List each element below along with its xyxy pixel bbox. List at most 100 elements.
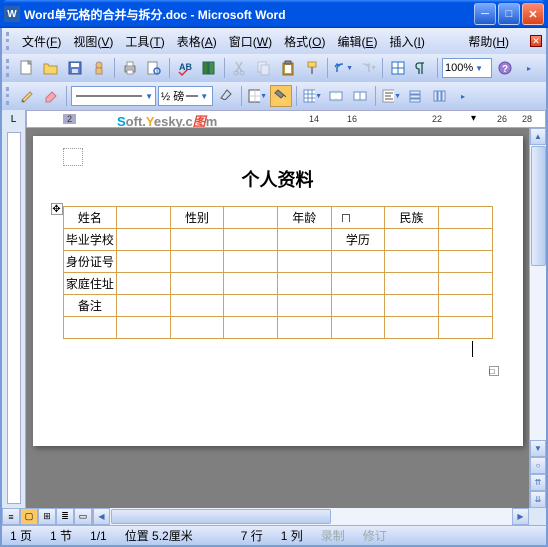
minimize-button[interactable]: ─ — [474, 3, 496, 25]
menu-bar: 文件(F) 视图(V) 工具(T) 表格(A) 窗口(W) 格式(O) 编辑(E… — [0, 28, 548, 54]
help-button[interactable]: ? — [494, 57, 516, 79]
distribute-cols-button[interactable] — [428, 85, 450, 107]
status-rev[interactable]: 修订 — [363, 527, 387, 544]
web-view-button[interactable]: ⊞ — [38, 508, 56, 525]
menu-insert[interactable]: 插入(I) — [384, 30, 431, 53]
table-anchor-icon[interactable]: ✥ — [51, 203, 63, 215]
permissions-button[interactable] — [88, 57, 110, 79]
menu-file[interactable]: 文件(F) — [16, 30, 67, 53]
prev-page-button[interactable]: ⇈ — [530, 474, 546, 491]
scroll-down-button[interactable]: ▼ — [530, 440, 546, 457]
close-button[interactable]: ✕ — [522, 3, 544, 25]
page-break-mark — [63, 148, 83, 166]
menu-window[interactable]: 窗口(W) — [223, 30, 278, 53]
cell-name-label: 姓名 — [63, 207, 117, 229]
workspace: 个人资料 ✥ 姓名 性别 年龄 民族 毕业学校 学历 身份证号 家庭住址 — [0, 128, 548, 508]
copy-button[interactable] — [253, 57, 275, 79]
cell-degree-label: 学历 — [331, 229, 385, 251]
table-row — [63, 317, 492, 339]
column-guide-icon — [342, 214, 350, 222]
menu-view[interactable]: 视图(V) — [67, 30, 119, 53]
status-page: 1 页 — [10, 527, 32, 544]
doc-close-button[interactable]: ✕ — [530, 35, 542, 47]
document-canvas[interactable]: 个人资料 ✥ 姓名 性别 年龄 民族 毕业学校 学历 身份证号 家庭住址 — [26, 128, 529, 508]
draw-table-button[interactable] — [16, 85, 38, 107]
hscroll-row: ≡ ▢ ⊞ ≣ ▭ ◀ ▶ — [0, 508, 548, 525]
watermark: Soft.Yesky.c图m — [117, 111, 217, 128]
distribute-rows-button[interactable] — [404, 85, 426, 107]
border-preset-button[interactable]: ▼ — [246, 85, 268, 107]
vertical-ruler[interactable] — [2, 128, 26, 508]
table-row: 毕业学校 学历 — [63, 229, 492, 251]
menu-format[interactable]: 格式(O) — [278, 30, 331, 53]
scroll-up-button[interactable]: ▲ — [530, 128, 546, 145]
zoom-dropdown[interactable]: 100%▼ — [442, 58, 492, 78]
research-button[interactable] — [198, 57, 220, 79]
new-doc-button[interactable] — [16, 57, 38, 79]
print-preview-button[interactable] — [143, 57, 165, 79]
border-color-button[interactable] — [215, 85, 237, 107]
save-button[interactable] — [64, 57, 86, 79]
undo-button[interactable]: ▼ — [332, 57, 354, 79]
eraser-button[interactable] — [40, 85, 62, 107]
standard-toolbar: AB ▼ ▼ 100%▼ ? ▸ — [0, 54, 548, 82]
horizontal-ruler[interactable]: 2 Soft.Yesky.c图m 14 16 22 26 28 ▾ — [26, 110, 546, 128]
align-button[interactable]: ▼ — [380, 85, 402, 107]
status-position: 位置 5.2厘米 — [125, 527, 193, 544]
cell-ethnic-label: 民族 — [385, 207, 439, 229]
text-cursor — [472, 341, 473, 357]
line-weight-dropdown[interactable]: ½ 磅▼ — [158, 86, 213, 106]
browse-object-button[interactable]: ○ — [530, 457, 546, 474]
menu-help[interactable]: 帮助(H) — [462, 30, 515, 53]
normal-view-button[interactable]: ≡ — [2, 508, 20, 525]
menubar-grip[interactable] — [6, 32, 12, 50]
show-marks-button[interactable] — [411, 57, 433, 79]
merge-cells-button[interactable] — [325, 85, 347, 107]
table-border-button[interactable] — [387, 57, 409, 79]
cut-button[interactable] — [229, 57, 251, 79]
toolbar1-grip[interactable] — [6, 59, 12, 77]
open-button[interactable] — [40, 57, 62, 79]
document-title[interactable]: 个人资料 — [63, 166, 493, 192]
window-title: Word单元格的合并与拆分.doc - Microsoft Word — [24, 6, 472, 23]
toolbar1-overflow[interactable]: ▸ — [518, 57, 540, 79]
toolbar2-grip[interactable] — [6, 87, 12, 105]
tab-selector[interactable]: L — [2, 110, 26, 128]
table-row: 备注 — [63, 295, 492, 317]
reading-view-button[interactable]: ▭ — [74, 508, 92, 525]
print-layout-view-button[interactable]: ▢ — [20, 508, 38, 525]
menu-edit[interactable]: 编辑(E) — [331, 30, 383, 53]
shading-color-button[interactable] — [270, 85, 292, 107]
h-scroll-thumb[interactable] — [111, 509, 331, 524]
outline-view-button[interactable]: ≣ — [56, 508, 74, 525]
insert-table-button[interactable]: ▼ — [301, 85, 323, 107]
table-row: 姓名 性别 年龄 民族 — [63, 207, 492, 229]
v-scroll-thumb[interactable] — [531, 146, 546, 266]
table-resize-handle[interactable]: □ — [489, 366, 499, 376]
menu-table[interactable]: 表格(A) — [171, 30, 223, 53]
cell-address-label: 家庭住址 — [63, 273, 117, 295]
redo-button[interactable]: ▼ — [356, 57, 378, 79]
paste-button[interactable] — [277, 57, 299, 79]
cell-idnum-label: 身份证号 — [63, 251, 117, 273]
status-pages: 1/1 — [90, 529, 107, 543]
status-line: 7 行 — [241, 527, 263, 544]
scroll-right-button[interactable]: ▶ — [512, 508, 529, 525]
line-style-dropdown[interactable]: ▼ — [71, 86, 156, 106]
table-row: 身份证号 — [63, 251, 492, 273]
document-table[interactable]: 姓名 性别 年龄 民族 毕业学校 学历 身份证号 家庭住址 备注 — [63, 206, 493, 339]
menu-tools[interactable]: 工具(T) — [119, 30, 170, 53]
scroll-left-button[interactable]: ◀ — [93, 508, 110, 525]
spellcheck-button[interactable]: AB — [174, 57, 196, 79]
toolbar2-overflow[interactable]: ▸ — [452, 85, 474, 107]
status-rec[interactable]: 录制 — [321, 527, 345, 544]
split-cells-button[interactable] — [349, 85, 371, 107]
print-button[interactable] — [119, 57, 141, 79]
maximize-button[interactable]: □ — [498, 3, 520, 25]
status-section: 1 节 — [50, 527, 72, 544]
format-painter-button[interactable] — [301, 57, 323, 79]
vertical-scrollbar[interactable]: ▲ ▼ ○ ⇈ ⇊ — [529, 128, 546, 508]
cell-gender-label: 性别 — [170, 207, 224, 229]
cell-age-label: 年龄 — [277, 207, 331, 229]
app-icon: W — [4, 6, 20, 22]
